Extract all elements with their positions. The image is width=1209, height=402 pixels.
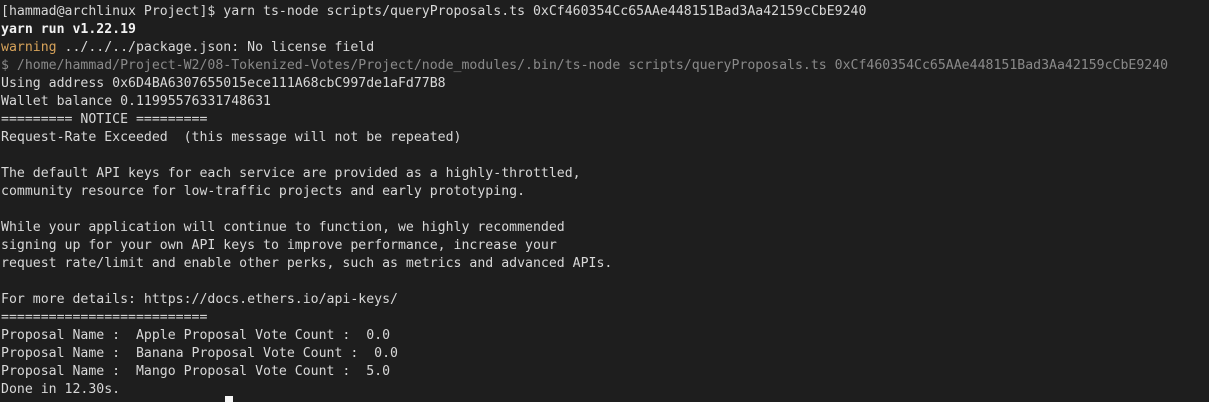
notice-body-text: The default API keys for each service ar… bbox=[1, 166, 581, 181]
warning-prefix: warning bbox=[1, 40, 57, 55]
notice-body-text: request rate/limit and enable other perk… bbox=[1, 256, 613, 271]
yarn-version-text: yarn run v1.22.19 bbox=[1, 22, 136, 37]
more-details-line: For more details: https://docs.ethers.io… bbox=[1, 291, 1209, 309]
ts-node-command-line: $ /home/hammad/Project-W2/08-Tokenized-V… bbox=[1, 57, 1209, 75]
notice-body-text: community resource for low-traffic proje… bbox=[1, 184, 526, 199]
address-text: Using address 0x6D4BA6307655015ece111A68… bbox=[1, 76, 446, 91]
proposal-line: Proposal Name : Banana Proposal Vote Cou… bbox=[1, 345, 1209, 363]
balance-text: Wallet balance 0.11995576331748631 bbox=[1, 94, 271, 109]
notice-footer-line: ========================== bbox=[1, 309, 1209, 327]
notice-header-line: ========= NOTICE ========= bbox=[1, 111, 1209, 129]
warning-text: ../../../package.json: No license field bbox=[56, 40, 375, 55]
proposal-line: Proposal Name : Mango Proposal Vote Coun… bbox=[1, 363, 1209, 381]
command-line: [hammad@archlinux Project]$ yarn ts-node… bbox=[1, 3, 1209, 21]
more-details-text: For more details: https://docs.ethers.io… bbox=[1, 292, 398, 307]
notice-body-line: While your application will continue to … bbox=[1, 219, 1209, 237]
notice-body-line: request rate/limit and enable other perk… bbox=[1, 255, 1209, 273]
notice-body-text: signing up for your own API keys to impr… bbox=[1, 238, 557, 253]
notice-body-line: The default API keys for each service ar… bbox=[1, 165, 1209, 183]
proposal-banana-text: Proposal Name : Banana Proposal Vote Cou… bbox=[1, 346, 398, 361]
proposal-line: Proposal Name : Apple Proposal Vote Coun… bbox=[1, 327, 1209, 345]
address-line: Using address 0x6D4BA6307655015ece111A68… bbox=[1, 75, 1209, 93]
rate-exceeded-line: Request-Rate Exceeded (this message will… bbox=[1, 129, 1209, 147]
notice-body-line: community resource for low-traffic proje… bbox=[1, 183, 1209, 201]
warning-line: warning ../../../package.json: No licens… bbox=[1, 39, 1209, 57]
proposal-apple-text: Proposal Name : Apple Proposal Vote Coun… bbox=[1, 328, 391, 343]
command-text: [hammad@archlinux Project]$ yarn ts-node… bbox=[1, 4, 867, 19]
proposal-mango-text: Proposal Name : Mango Proposal Vote Coun… bbox=[1, 364, 391, 379]
balance-line: Wallet balance 0.11995576331748631 bbox=[1, 93, 1209, 111]
done-text: Done in 12.30s. bbox=[1, 382, 121, 397]
notice-body-line: signing up for your own API keys to impr… bbox=[1, 237, 1209, 255]
notice-header-text: ========= NOTICE ========= bbox=[1, 112, 208, 127]
ts-node-command-text: $ /home/hammad/Project-W2/08-Tokenized-V… bbox=[1, 58, 1169, 73]
yarn-version-line: yarn run v1.22.19 bbox=[1, 21, 1209, 39]
notice-footer-text: ========================== bbox=[1, 310, 208, 325]
rate-exceeded-text: Request-Rate Exceeded (this message will… bbox=[1, 130, 462, 145]
done-line: Done in 12.30s. bbox=[1, 381, 1209, 399]
terminal-cursor bbox=[225, 396, 233, 402]
terminal-window[interactable]: [hammad@archlinux Project]$ yarn ts-node… bbox=[0, 0, 1209, 402]
notice-body-text: While your application will continue to … bbox=[1, 220, 565, 235]
